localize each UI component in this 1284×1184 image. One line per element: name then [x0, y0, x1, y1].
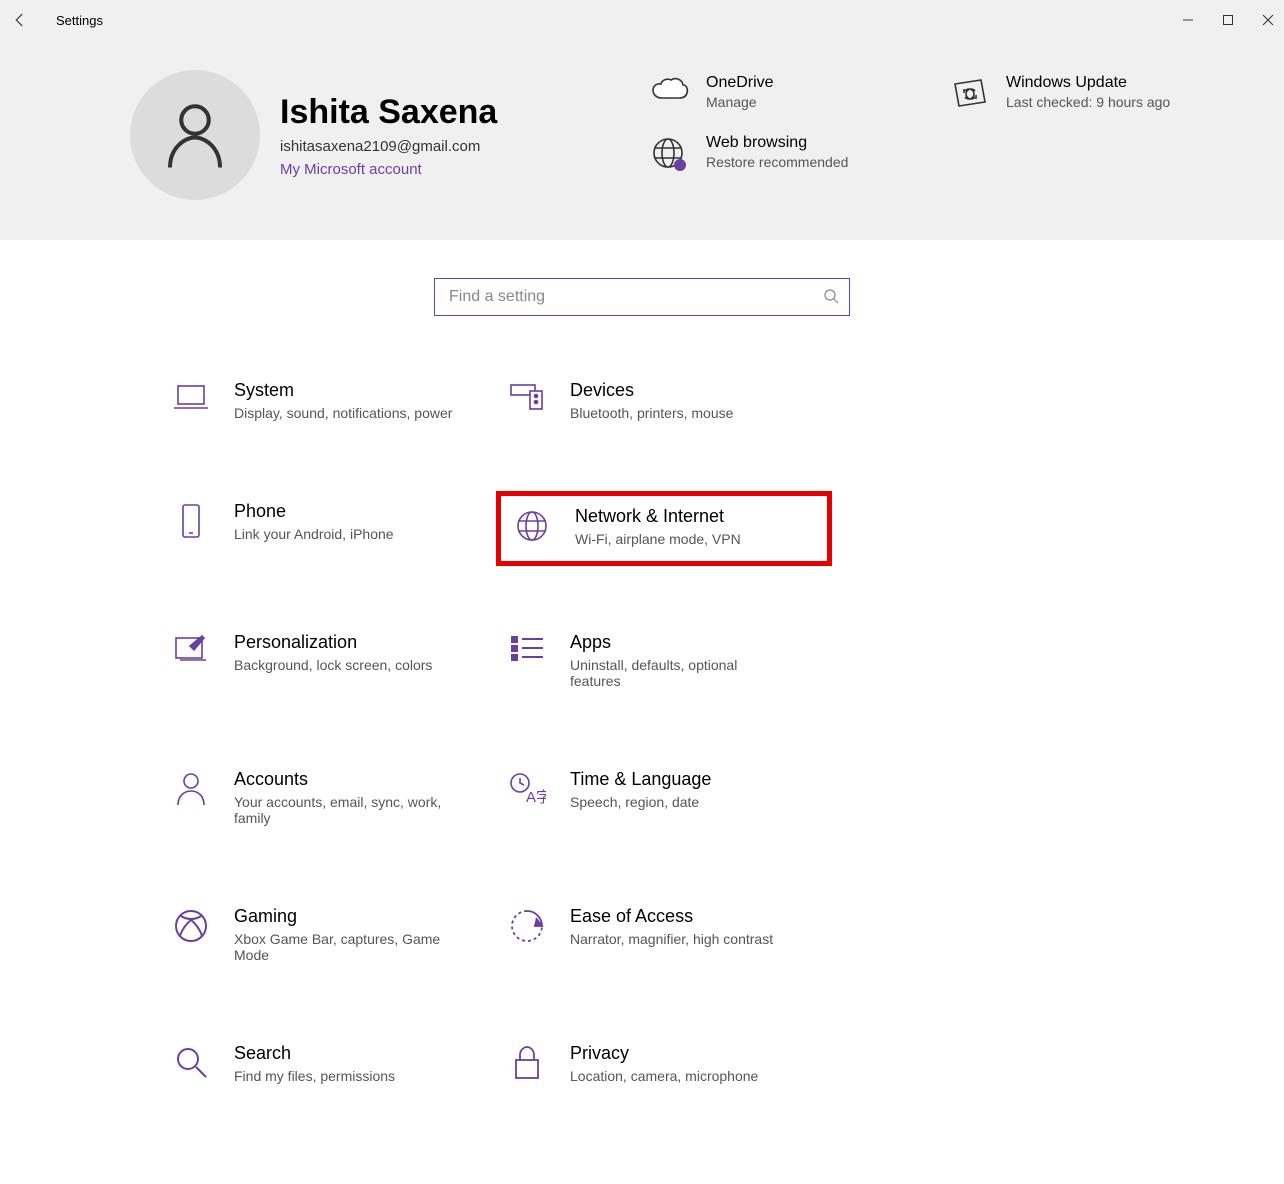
category-sub: Speech, region, date: [570, 794, 711, 810]
close-button[interactable]: [1260, 12, 1276, 28]
laptop-icon: [170, 380, 212, 421]
back-button[interactable]: [8, 8, 32, 32]
user-name: Ishita Saxena: [280, 93, 497, 132]
devices-icon: [506, 380, 548, 421]
category-title: Time & Language: [570, 769, 711, 790]
category-sub: Find my files, permissions: [234, 1068, 395, 1084]
category-apps[interactable]: Apps Uninstall, defaults, optional featu…: [496, 622, 832, 703]
svg-text:A字: A字: [526, 789, 546, 806]
category-sub: Display, sound, notifications, power: [234, 405, 452, 421]
category-sub: Link your Android, iPhone: [234, 526, 394, 542]
category-gaming[interactable]: Gaming Xbox Game Bar, captures, Game Mod…: [160, 896, 496, 977]
category-sub: Uninstall, defaults, optional features: [570, 657, 790, 689]
category-sub: Location, camera, microphone: [570, 1068, 758, 1084]
status-title: Web browsing: [706, 134, 848, 152]
person-icon: [170, 769, 212, 826]
status-title: OneDrive: [706, 74, 774, 92]
maximize-button[interactable]: [1220, 12, 1236, 28]
update-icon: [950, 74, 990, 110]
user-block[interactable]: Ishita Saxena ishitasaxena2109@gmail.com…: [130, 70, 650, 200]
category-title: Network & Internet: [575, 506, 741, 527]
category-sub: Background, lock screen, colors: [234, 657, 432, 673]
status-web-browsing[interactable]: Web browsing Restore recommended: [650, 134, 910, 174]
category-search[interactable]: Search Find my files, permissions: [160, 1033, 496, 1098]
search-icon: [823, 288, 839, 307]
category-title: Devices: [570, 380, 733, 401]
category-privacy[interactable]: Privacy Location, camera, microphone: [496, 1033, 832, 1098]
title-bar: Settings: [0, 0, 1284, 40]
category-sub: Xbox Game Bar, captures, Game Mode: [234, 931, 454, 963]
category-sub: Your accounts, email, sync, work, family: [234, 794, 454, 826]
category-accounts[interactable]: Accounts Your accounts, email, sync, wor…: [160, 759, 496, 840]
category-title: Search: [234, 1043, 395, 1064]
avatar: [130, 70, 260, 200]
category-title: Privacy: [570, 1043, 758, 1064]
category-title: Phone: [234, 501, 394, 522]
category-title: Gaming: [234, 906, 454, 927]
minimize-button[interactable]: [1180, 12, 1196, 28]
status-sub: Restore recommended: [706, 154, 848, 170]
globe-icon: [511, 506, 553, 547]
status-windows-update[interactable]: Windows Update Last checked: 9 hours ago: [950, 74, 1210, 110]
category-system[interactable]: System Display, sound, notifications, po…: [160, 370, 496, 435]
globe-icon: [650, 134, 690, 174]
ease-icon: [506, 906, 548, 963]
category-sub: Wi-Fi, airplane mode, VPN: [575, 531, 741, 547]
category-personalization[interactable]: Personalization Background, lock screen,…: [160, 622, 496, 703]
xbox-icon: [170, 906, 212, 963]
category-title: System: [234, 380, 452, 401]
category-phone[interactable]: Phone Link your Android, iPhone: [160, 491, 496, 566]
category-title: Accounts: [234, 769, 454, 790]
status-onedrive[interactable]: OneDrive Manage: [650, 74, 910, 110]
status-sub: Manage: [706, 94, 774, 110]
user-email: ishitasaxena2109@gmail.com: [280, 138, 497, 155]
phone-icon: [170, 501, 212, 552]
category-network[interactable]: Network & Internet Wi-Fi, airplane mode,…: [496, 491, 832, 566]
category-title: Personalization: [234, 632, 432, 653]
brush-icon: [170, 632, 212, 689]
category-sub: Narrator, magnifier, high contrast: [570, 931, 773, 947]
category-sub: Bluetooth, printers, mouse: [570, 405, 733, 421]
lock-icon: [506, 1043, 548, 1084]
search-icon: [170, 1043, 212, 1084]
category-title: Ease of Access: [570, 906, 773, 927]
header-panel: Ishita Saxena ishitasaxena2109@gmail.com…: [0, 40, 1284, 240]
search-input[interactable]: [449, 288, 823, 306]
cloud-icon: [650, 74, 690, 110]
list-icon: [506, 632, 548, 689]
search-box[interactable]: [434, 278, 850, 316]
category-time-language[interactable]: A字 Time & Language Speech, region, date: [496, 759, 832, 840]
window-title: Settings: [56, 13, 103, 28]
category-devices[interactable]: Devices Bluetooth, printers, mouse: [496, 370, 832, 435]
category-ease-of-access[interactable]: Ease of Access Narrator, magnifier, high…: [496, 896, 832, 977]
time-language-icon: A字: [506, 769, 548, 826]
status-sub: Last checked: 9 hours ago: [1006, 94, 1170, 110]
categories-grid: System Display, sound, notifications, po…: [0, 370, 1284, 1184]
status-title: Windows Update: [1006, 74, 1170, 92]
microsoft-account-link[interactable]: My Microsoft account: [280, 161, 497, 178]
search-wrap: [0, 240, 1284, 370]
category-title: Apps: [570, 632, 790, 653]
